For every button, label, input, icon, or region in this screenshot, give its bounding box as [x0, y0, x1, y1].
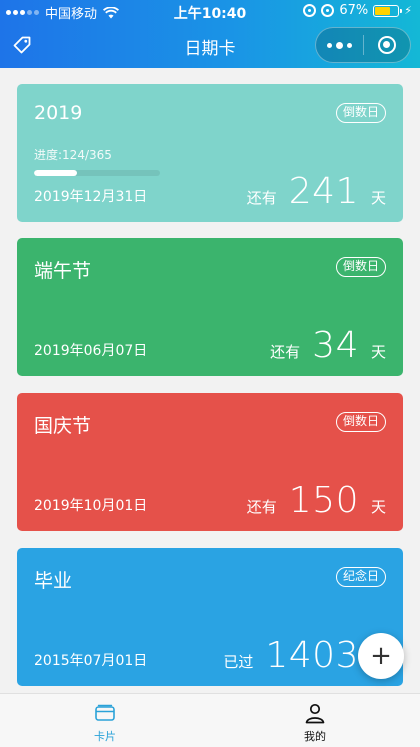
status-bar: 中国移动 上午10:40 67% ⚡: [0, 0, 420, 22]
card-title: 端午节: [34, 260, 92, 282]
date-card[interactable]: 2019 倒数日 进度:124/365 2019年12月31日 还有 241 天: [17, 84, 403, 222]
more-button[interactable]: [316, 28, 363, 62]
date-card[interactable]: 国庆节 倒数日 2019年10月01日 还有 150 天: [17, 393, 403, 531]
card-date: 2019年10月01日: [34, 498, 148, 514]
count-prefix: 还有: [246, 189, 277, 207]
count-prefix: 还有: [270, 343, 301, 361]
card-type-badge: 纪念日: [335, 567, 386, 587]
card-date: 2019年06月07日: [34, 343, 148, 359]
count-number: 1403: [265, 635, 359, 676]
card-title: 2019: [34, 102, 83, 124]
add-card-button[interactable]: +: [358, 633, 404, 679]
count-suffix: 天: [370, 189, 386, 207]
card-title: 国庆节: [34, 415, 92, 437]
alarm-icon: [321, 4, 335, 17]
card-date: 2019年12月31日: [34, 189, 148, 205]
header: 中国移动 上午10:40 67% ⚡ 日期卡: [0, 0, 420, 68]
day-count: 还有 241 天: [247, 174, 386, 210]
user-icon: [305, 703, 325, 724]
tab-cards[interactable]: 卡片: [0, 694, 210, 747]
card-list[interactable]: 2019 倒数日 进度:124/365 2019年12月31日 还有 241 天…: [0, 68, 420, 693]
day-count: 还有 150 天: [247, 483, 386, 519]
charging-icon: ⚡: [404, 4, 412, 17]
close-button[interactable]: [364, 28, 410, 62]
count-suffix: 天: [370, 498, 386, 516]
count-number: 150: [288, 480, 359, 521]
tab-label: 卡片: [94, 730, 116, 743]
date-card[interactable]: 端午节 倒数日 2019年06月07日 还有 34 天: [17, 238, 403, 376]
count-suffix: 天: [370, 343, 386, 361]
tab-mine[interactable]: 我的: [210, 694, 420, 747]
tab-label: 我的: [304, 730, 326, 743]
count-number: 241: [288, 171, 359, 212]
card-icon: [95, 704, 115, 721]
progress-fill: [34, 170, 77, 176]
card-type-badge: 倒数日: [335, 257, 386, 277]
nav-bar: 日期卡: [0, 22, 420, 68]
mini-program-capsule: [315, 27, 411, 63]
orientation-lock-icon: [303, 4, 317, 17]
count-prefix: 还有: [246, 498, 277, 516]
plus-icon: +: [370, 641, 392, 671]
progress-label: 进度:124/365: [34, 148, 112, 162]
battery-percent: 67%: [339, 3, 369, 18]
tab-bar: 卡片 我的: [0, 693, 420, 747]
progress-bar: [34, 170, 160, 176]
card-type-badge: 倒数日: [335, 103, 386, 123]
date-card[interactable]: 毕业 纪念日 2015年07月01日 已过 1403 天: [17, 548, 403, 686]
card-title: 毕业: [34, 570, 73, 592]
card-date: 2015年07月01日: [34, 653, 148, 669]
card-type-badge: 倒数日: [335, 412, 386, 432]
target-icon: [377, 36, 396, 54]
day-count: 还有 34 天: [270, 328, 386, 364]
battery-icon: [373, 4, 403, 17]
count-number: 34: [312, 325, 359, 366]
count-prefix: 已过: [223, 653, 254, 671]
